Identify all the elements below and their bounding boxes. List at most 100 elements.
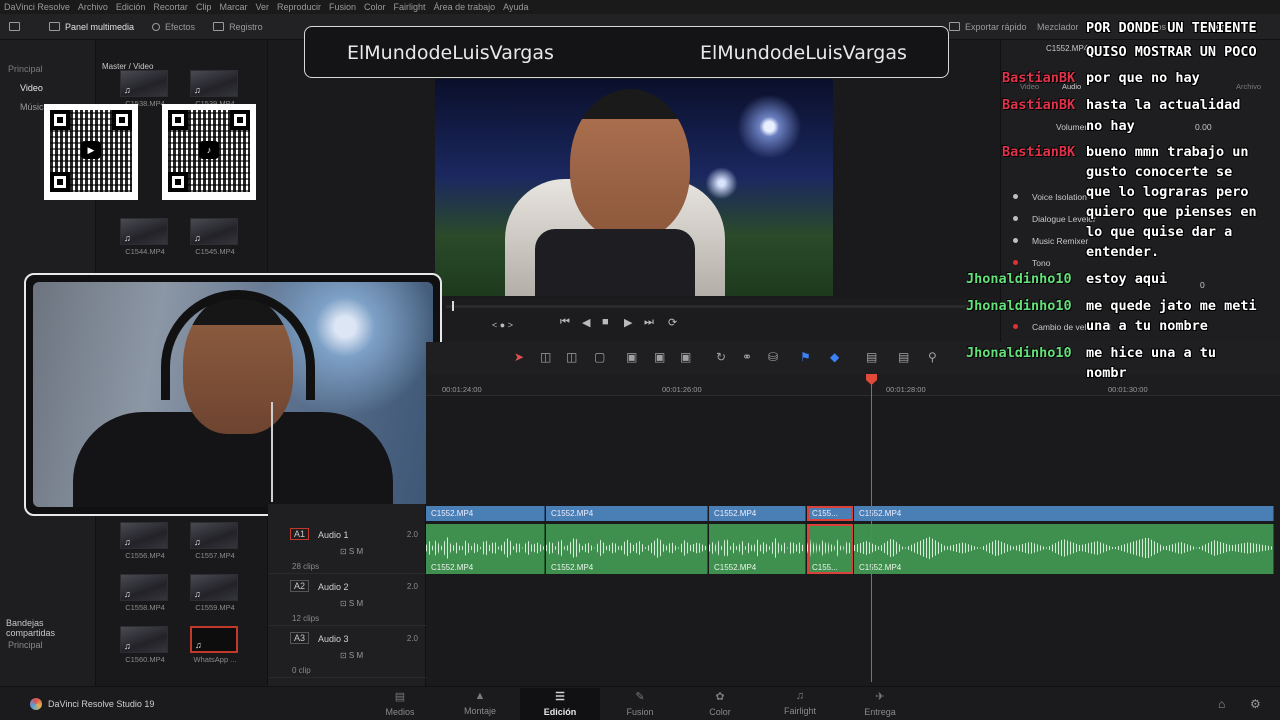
track-name: Audio 2 [318,582,349,592]
marker-icon[interactable]: ◆ [830,350,839,364]
menu-archivo[interactable]: Archivo [78,2,108,12]
track-header-a1[interactable]: A1 Audio 1 2.0 ⊡ S M 28 clips [268,522,426,574]
page-tab-fusion[interactable]: ✎ Fusion [600,688,680,720]
overwrite-clip-icon[interactable]: ▣ [654,350,665,364]
home-icon[interactable]: ⌂ [1218,697,1225,711]
page-tab-entrega[interactable]: ✈ Entrega [840,688,920,720]
menu-color[interactable]: Color [364,2,386,12]
timeline-audio-clip-selected[interactable]: C155... [807,524,853,574]
zoom-custom-icon[interactable]: ⚲ [928,350,937,364]
page-tab-fairlight[interactable]: ♫ Fairlight [760,688,840,720]
volume-value[interactable]: 0.00 [1195,122,1212,132]
panel-media-button[interactable]: Panel multimedia [40,14,143,40]
toggle-dot-icon[interactable] [1013,324,1018,329]
menu-fusion[interactable]: Fusion [329,2,356,12]
menu-workspace[interactable]: Área de trabajo [434,2,496,12]
bin-principal[interactable]: Principal [0,60,95,79]
track-tag[interactable]: A1 [290,528,310,540]
settings-gear-icon[interactable]: ⚙ [1250,697,1261,711]
media-clip[interactable]: C1557.MP4 [190,522,240,560]
blade-tool-icon[interactable]: ▢ [594,350,605,364]
media-clip[interactable]: C1558.MP4 [120,574,170,612]
export-quick-button[interactable]: Exportar rápido [940,14,1036,40]
registro-button[interactable]: Registro [204,14,272,40]
menu-bar: DaVinci Resolve Archivo Edición Recortar… [0,0,1280,14]
toggle-dot-icon[interactable] [1013,194,1018,199]
menu-recortar[interactable]: Recortar [153,2,188,12]
timeline-ruler[interactable] [426,374,1280,396]
menu-marcar[interactable]: Marcar [219,2,247,12]
layout-toggle[interactable] [0,14,40,40]
media-clip[interactable]: C1559.MP4 [190,574,240,612]
timeline-video-clip[interactable]: C1552.MP4 [709,506,806,521]
media-clip[interactable]: C1544.MP4 [120,218,170,256]
menu-app[interactable]: DaVinci Resolve [4,2,70,12]
menu-fairlight[interactable]: Fairlight [394,2,426,12]
jog-icon[interactable]: < ● > [492,320,513,330]
page-tab-montaje[interactable]: ▲ Montaje [440,688,520,720]
insert-clip-icon[interactable]: ▣ [626,350,637,364]
skip-forward-icon[interactable]: ⏭ [644,316,654,329]
flag-icon[interactable]: ⚑ [800,350,811,364]
toggle-dot-icon[interactable] [1013,260,1018,265]
track-header-a3[interactable]: A3 Audio 3 2.0 ⊡ S M 0 clip [268,626,426,678]
timeline-video-clip[interactable]: C1552.MP4 [854,506,1274,521]
media-clip[interactable]: C1539.MP4 [190,70,240,108]
menu-edicion[interactable]: Edición [116,2,146,12]
media-clip[interactable]: C1538.MP4 [120,70,170,108]
toggle-dot-icon[interactable] [1013,216,1018,221]
timeline-video-clip-selected[interactable]: C155... [807,506,853,521]
stop-icon[interactable]: ■ [602,316,609,328]
track-buttons[interactable]: ⊡ S M [340,547,363,556]
zoom-detail-icon[interactable]: ▤ [898,350,909,364]
replace-clip-icon[interactable]: ▣ [680,350,691,364]
media-clip[interactable]: C1560.MP4 [120,626,170,664]
track-buttons[interactable]: ⊡ S M [340,651,363,660]
tono-value[interactable]: 0 [1200,280,1205,290]
track-tag[interactable]: A2 [290,580,310,592]
media-clip[interactable]: C1556.MP4 [120,522,170,560]
timeline-video-clip[interactable]: C1552.MP4 [426,506,545,521]
skip-back-icon[interactable]: ⏮ [560,316,570,329]
page-tab-color[interactable]: ✿ Color [680,688,760,720]
effects-button[interactable]: Efectos [143,14,204,40]
dynamic-trim-icon[interactable]: ◫ [566,350,577,364]
track-buttons[interactable]: ⊡ S M [340,599,363,608]
loop-icon[interactable]: ⟳ [668,316,677,329]
menu-reproducir[interactable]: Reproducir [277,2,321,12]
scrubber-playhead[interactable] [452,301,454,311]
timeline-audio-clip[interactable]: C1552.MP4 [546,524,708,574]
bin-video[interactable]: Video [0,79,95,98]
play-icon[interactable]: ▶ [624,316,632,329]
menu-clip[interactable]: Clip [196,2,212,12]
trim-tool-icon[interactable]: ◫ [540,350,551,364]
viewer-scrubber[interactable] [446,301,986,311]
track-header-a2[interactable]: A2 Audio 2 2.0 ⊡ S M 12 clips [268,574,426,626]
timeline-audio-clip[interactable]: C1552.MP4 [426,524,545,574]
toggle-dot-icon[interactable] [1013,238,1018,243]
mixer-button[interactable]: Mezclador [1028,14,1088,40]
shared-bin-principal[interactable]: Principal [8,640,43,650]
link-icon[interactable]: ⚭ [742,350,752,364]
step-back-icon[interactable]: ◀ [582,316,590,329]
page-tab-medios[interactable]: ▤ Medios [360,688,440,720]
pointer-tool-icon[interactable]: ➤ [514,350,524,364]
snapping-icon[interactable]: ↻ [716,350,726,364]
timeline-video-clip[interactable]: C1552.MP4 [546,506,708,521]
page-tab-edicion[interactable]: ☰ Edición [520,688,600,720]
track-tag[interactable]: A3 [290,632,310,644]
viewer-video-frame[interactable] [435,79,833,296]
media-clip[interactable]: C1545.MP4 [190,218,240,256]
inspector-tab-archivo[interactable]: Archivo [1236,82,1261,91]
timeline-playhead[interactable] [871,376,872,682]
chat-line: QUISO MOSTRAR UN POCO [1086,44,1257,60]
zoom-full-icon[interactable]: ▤ [866,350,877,364]
menu-ayuda[interactable]: Ayuda [503,2,528,12]
media-clip[interactable]: WhatsApp ... [190,626,240,664]
page-tab-label: Fairlight [783,706,816,716]
lock-icon[interactable]: ⛁ [768,350,778,364]
timeline-audio-clip[interactable]: C1552.MP4 [709,524,806,574]
clip-label: C1545.MP4 [195,247,235,256]
menu-ver[interactable]: Ver [255,2,269,12]
timeline-audio-clip[interactable]: C1552.MP4 [854,524,1274,574]
